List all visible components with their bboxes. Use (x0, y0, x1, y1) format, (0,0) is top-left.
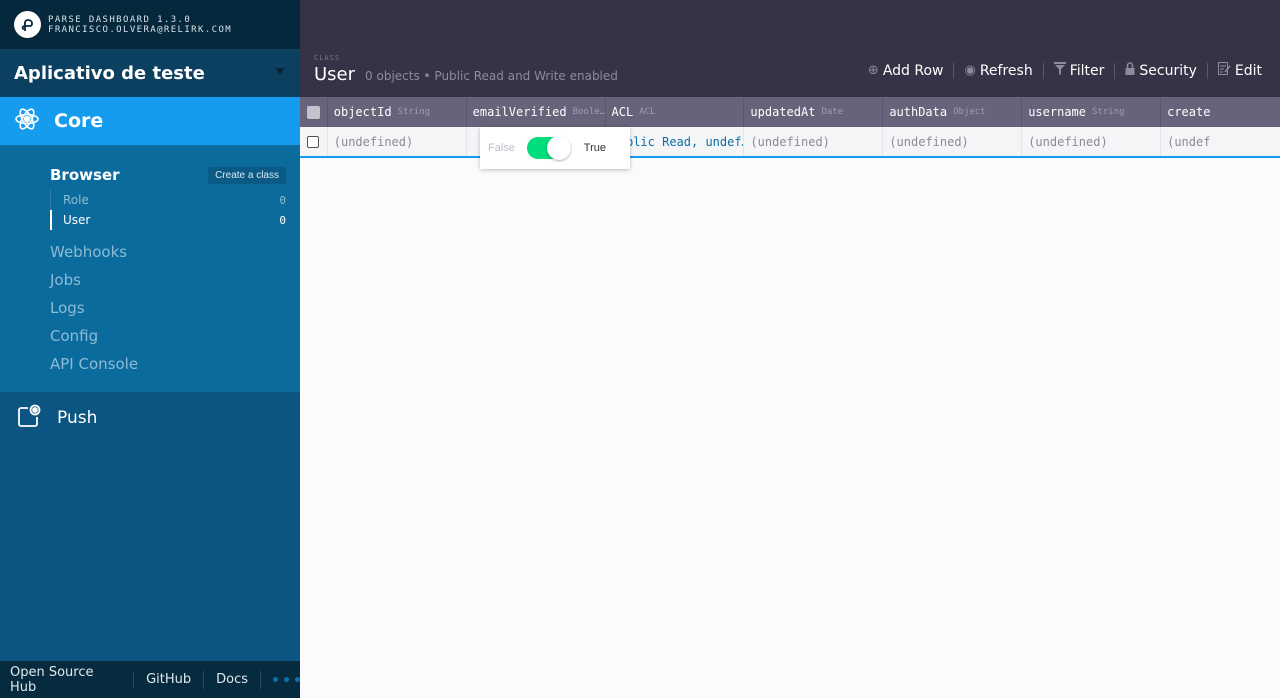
class-count: 0 (279, 193, 286, 207)
toolbar: CLASS User 0 objects • Public Read and W… (300, 0, 1280, 97)
divider (260, 670, 261, 689)
column-header[interactable]: updatedAt Date (744, 97, 884, 127)
class-name: User (63, 213, 91, 227)
column-type: Date (821, 107, 844, 117)
table-cell[interactable]: (undefined) (328, 127, 467, 156)
column-name: create (1167, 105, 1211, 119)
user-email: FRANCISCO.OLVERA@RELIRK.COM (48, 24, 233, 35)
table-cell[interactable]: (undef (1161, 127, 1280, 156)
parse-logo-icon[interactable] (14, 11, 41, 38)
edit-button[interactable]: Edit (1210, 62, 1270, 79)
column-header[interactable]: username String (1022, 97, 1162, 127)
more-dots-icon[interactable] (272, 677, 300, 682)
add-row-button[interactable]: ⊕ Add Row (860, 63, 952, 79)
divider (1042, 62, 1044, 79)
divider (133, 670, 135, 689)
column-type: Boole… (572, 107, 606, 117)
false-label[interactable]: False (488, 142, 515, 154)
sidebar-section-push[interactable]: Push (0, 392, 300, 444)
core-subsection: Browser Create a class Role 0 User 0 Web… (0, 145, 300, 392)
sidebar-item-config[interactable]: Config (50, 322, 286, 350)
table-cell[interactable]: (undefined) (1022, 127, 1162, 156)
sidebar-header: PARSE DASHBOARD 1.3.0 FRANCISCO.OLVERA@R… (0, 0, 300, 49)
sidebar: PARSE DASHBOARD 1.3.0 FRANCISCO.OLVERA@R… (0, 0, 300, 698)
refresh-icon: ◉ (964, 63, 976, 78)
security-label: Security (1139, 62, 1197, 79)
boolean-editor: False True (480, 127, 630, 169)
create-class-button[interactable]: Create a class (208, 166, 286, 184)
divider (1114, 62, 1116, 79)
filter-button[interactable]: Filter (1046, 62, 1113, 79)
column-header[interactable]: authData Object (883, 97, 1023, 127)
boolean-toggle[interactable] (527, 136, 572, 160)
plus-circle-icon: ⊕ (867, 63, 879, 78)
table-cell[interactable]: (undefined) (883, 127, 1023, 156)
table-row: (undefined) Public Read, undef… (undefin… (300, 127, 1280, 158)
class-item-role[interactable]: Role 0 (51, 190, 286, 210)
toggle-knob (547, 136, 572, 160)
column-header[interactable]: emailVerified Boole… (467, 97, 606, 127)
column-type: ACL (639, 107, 656, 117)
column-header[interactable]: ACL ACL (606, 97, 745, 127)
select-all-checkbox[interactable] (300, 97, 328, 127)
class-item-user[interactable]: User 0 (50, 210, 286, 230)
core-label: Core (54, 110, 104, 132)
sidebar-item-api-console[interactable]: API Console (50, 350, 286, 378)
main-content: CLASS User 0 objects • Public Read and W… (300, 0, 1280, 698)
push-label: Push (57, 408, 98, 428)
push-notification-icon (16, 403, 42, 433)
footer-link-docs[interactable]: Docs (216, 672, 248, 687)
sidebar-item-jobs[interactable]: Jobs (50, 266, 286, 294)
add-row-label: Add Row (882, 62, 944, 79)
class-name: Role (63, 193, 89, 207)
column-name: emailVerified (472, 105, 567, 119)
column-header[interactable]: create (1161, 97, 1280, 127)
table-cell[interactable]: (undefined) (744, 127, 884, 156)
edit-label: Edit (1234, 62, 1262, 79)
row-checkbox[interactable] (300, 127, 328, 156)
divider (1206, 62, 1208, 79)
column-type: Object (953, 107, 986, 117)
caret-down-icon (275, 67, 285, 75)
column-type: String (1092, 107, 1125, 117)
sidebar-section-core[interactable]: Core (0, 97, 300, 145)
sidebar-item-browser[interactable]: Browser (50, 166, 120, 184)
class-list: Role 0 User 0 (50, 190, 286, 230)
sidebar-footer: Open Source Hub GitHub Docs (0, 661, 300, 698)
column-name: ACL (611, 105, 634, 119)
page-subtitle: 0 objects • Public Read and Write enable… (365, 69, 618, 83)
page-title: User (314, 64, 356, 85)
app-selector[interactable]: Aplicativo de teste (0, 49, 300, 97)
security-button[interactable]: Security (1117, 62, 1205, 79)
sidebar-item-logs[interactable]: Logs (50, 294, 286, 322)
column-type: String (397, 107, 431, 117)
edit-icon (1217, 62, 1231, 79)
atom-icon (14, 106, 40, 136)
filter-label: Filter (1069, 62, 1105, 79)
refresh-label: Refresh (979, 62, 1033, 79)
column-name: authData (889, 105, 948, 119)
footer-link-open-source-hub[interactable]: Open Source Hub (10, 665, 121, 695)
divider (953, 62, 955, 79)
true-label[interactable]: True (584, 142, 606, 154)
dashboard-version: PARSE DASHBOARD 1.3.0 (48, 14, 192, 25)
column-header[interactable]: objectId String (328, 97, 467, 127)
section-label: CLASS (314, 54, 341, 62)
column-name: objectId (333, 105, 392, 119)
column-name: username (1028, 105, 1086, 119)
app-name: Aplicativo de teste (14, 62, 205, 84)
column-name: updatedAt (750, 105, 816, 119)
filter-icon (1053, 62, 1066, 79)
class-count: 0 (279, 213, 286, 227)
refresh-button[interactable]: ◉ Refresh (956, 63, 1040, 79)
divider (203, 670, 205, 689)
grid-header: objectId String emailVerified Boole… ACL AC… (300, 97, 1280, 127)
sidebar-item-webhooks[interactable]: Webhooks (50, 238, 286, 266)
footer-link-github[interactable]: GitHub (146, 672, 191, 687)
lock-icon (1125, 62, 1135, 79)
